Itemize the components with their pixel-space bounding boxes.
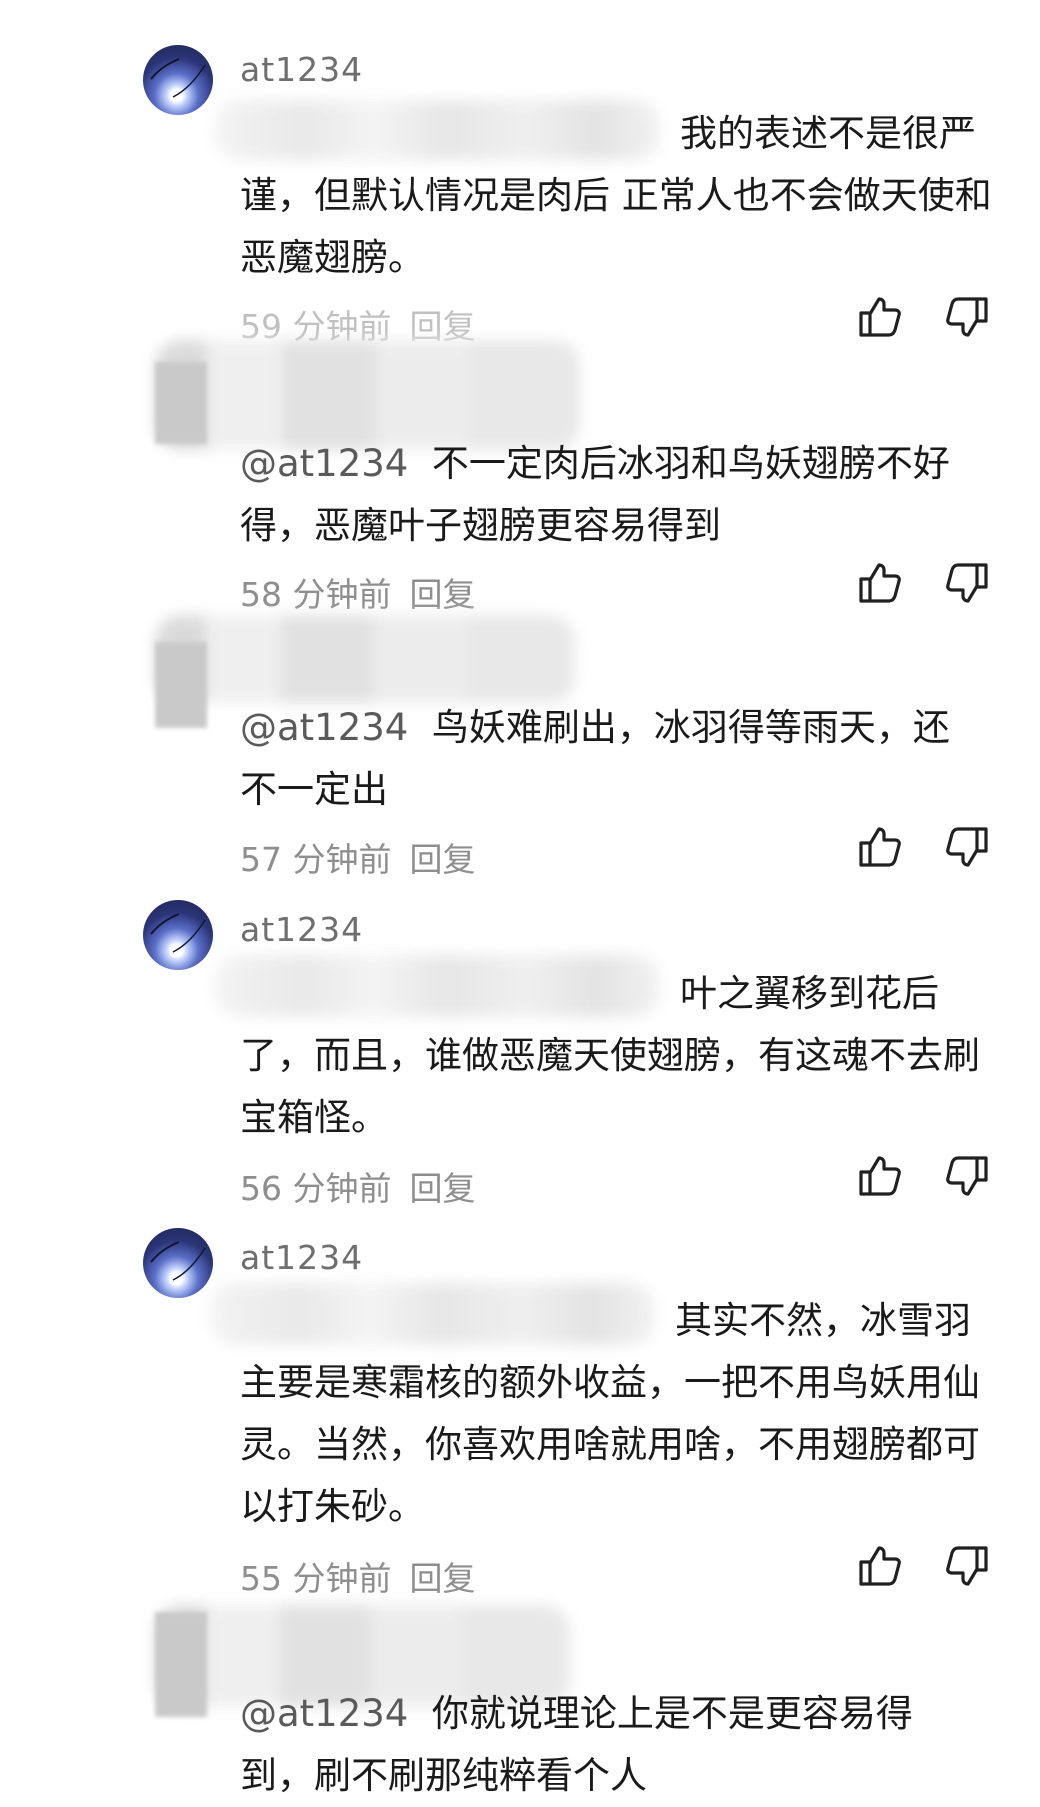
reply-link[interactable]: 回复 xyxy=(409,840,475,879)
thumbs-down-icon[interactable] xyxy=(944,293,992,341)
comment-meta: 55 分钟前 回复 xyxy=(240,1552,475,1600)
avatar[interactable] xyxy=(143,900,213,970)
avatar[interactable] xyxy=(143,1228,213,1298)
username[interactable]: at1234 xyxy=(240,50,363,89)
comment-text: @at1234 鸟妖难刷出，冰羽得等雨天，还不一定出 xyxy=(240,706,950,811)
reply-link[interactable]: 回复 xyxy=(409,575,475,614)
comment-text: @at1234 你就说理论上是不是更容易得到，刷不刷那纯粹看个人 xyxy=(240,1692,913,1797)
thumbs-up-icon[interactable] xyxy=(855,293,903,341)
blurred-avatar xyxy=(155,1612,207,1717)
comment-meta: 58 分钟前 回复 xyxy=(240,568,475,616)
thumbs-down-icon[interactable] xyxy=(944,559,992,607)
comment-meta: 56 分钟前 回复 xyxy=(240,1162,475,1210)
username[interactable]: at1234 xyxy=(240,1238,363,1277)
mention[interactable]: @at1234 xyxy=(240,442,408,485)
comment-text: @at1234 不一定肉后冰羽和鸟妖翅膀不好得，恶魔叶子翅膀更容易得到 xyxy=(240,442,950,547)
comment-meta: 57 分钟前 回复 xyxy=(240,833,475,881)
thumbs-down-icon[interactable] xyxy=(944,1542,992,1590)
thumbs-down-icon[interactable] xyxy=(944,1152,992,1200)
username[interactable]: at1234 xyxy=(240,910,363,949)
thumbs-up-icon[interactable] xyxy=(855,823,903,871)
blurred-avatar xyxy=(155,362,207,444)
thumbs-up-icon[interactable] xyxy=(855,559,903,607)
reply-link[interactable]: 回复 xyxy=(409,1169,475,1208)
timestamp: 55 分钟前 xyxy=(240,1559,392,1598)
comment-text: 其实不然，冰雪羽主要是寒霜核的额外收益，一把不用鸟妖用仙灵。当然，你喜欢用啥就用… xyxy=(240,1299,980,1528)
avatar[interactable] xyxy=(143,45,213,115)
reply-link[interactable]: 回复 xyxy=(409,1559,475,1598)
thumbs-up-icon[interactable] xyxy=(855,1152,903,1200)
timestamp: 56 分钟前 xyxy=(240,1169,392,1208)
timestamp: 57 分钟前 xyxy=(240,840,392,879)
blurred-username xyxy=(155,615,575,703)
comment-text: 我的表述不是很严谨，但默认情况是肉后 正常人也不会做天使和恶魔翅膀。 xyxy=(240,112,992,279)
thumbs-down-icon[interactable] xyxy=(944,823,992,871)
blurred-avatar xyxy=(155,642,207,728)
timestamp: 58 分钟前 xyxy=(240,575,392,614)
mention[interactable]: @at1234 xyxy=(240,706,408,749)
mention[interactable]: @at1234 xyxy=(240,1692,408,1735)
comment-text: 叶之翼移到花后了，而且，谁做恶魔天使翅膀，有这魂不去刷宝箱怪。 xyxy=(240,972,980,1139)
thumbs-up-icon[interactable] xyxy=(855,1542,903,1590)
